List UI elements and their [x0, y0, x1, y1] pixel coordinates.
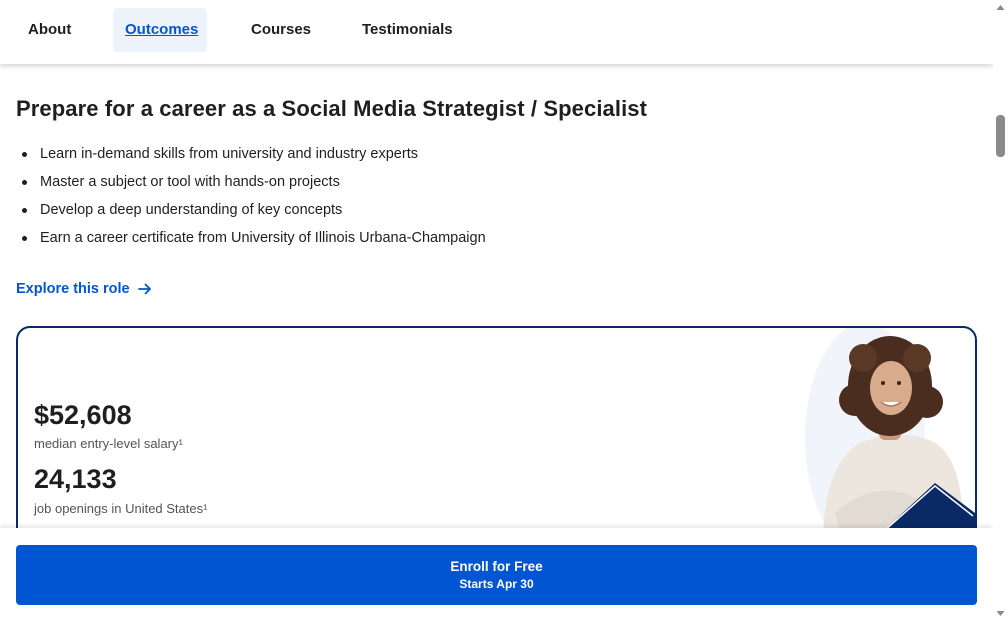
salary-value: $52,608 [34, 400, 132, 430]
enroll-button[interactable]: Enroll for Free Starts Apr 30 [16, 545, 977, 605]
career-portrait-image [805, 328, 975, 548]
enroll-button-label: Enroll for Free [450, 559, 543, 574]
job-openings-value: 24,133 [34, 464, 117, 494]
list-item: Master a subject or tool with hands-on p… [18, 172, 486, 200]
benefits-list: Learn in-demand skills from university a… [18, 144, 486, 256]
enroll-bar: Enroll for Free Starts Apr 30 [0, 528, 993, 621]
nav-tab-courses[interactable]: Courses [239, 8, 323, 52]
scroll-down-arrow-icon[interactable] [996, 609, 1005, 618]
scrollbar-thumb[interactable] [996, 115, 1005, 157]
explore-role-label: Explore this role [16, 281, 130, 297]
vertical-scrollbar[interactable] [993, 0, 1008, 621]
page: About Outcomes Courses Testimonials Prep… [0, 0, 993, 621]
enroll-start-date: Starts Apr 30 [459, 577, 534, 591]
top-nav: About Outcomes Courses Testimonials [0, 0, 993, 64]
arrow-right-icon [137, 283, 151, 295]
job-openings-label: job openings in United States¹ [34, 501, 208, 516]
scroll-up-arrow-icon[interactable] [996, 3, 1005, 12]
nav-tab-about[interactable]: About [16, 8, 83, 52]
list-item: Earn a career certificate from Universit… [18, 228, 486, 256]
nav-tab-outcomes[interactable]: Outcomes [113, 8, 207, 52]
list-item: Learn in-demand skills from university a… [18, 144, 486, 172]
list-item: Develop a deep understanding of key conc… [18, 200, 486, 228]
section-heading: Prepare for a career as a Social Media S… [16, 96, 648, 121]
nav-tab-testimonials[interactable]: Testimonials [350, 8, 465, 52]
salary-label: median entry-level salary¹ [34, 436, 183, 451]
explore-role-link[interactable]: Explore this role [16, 281, 152, 297]
